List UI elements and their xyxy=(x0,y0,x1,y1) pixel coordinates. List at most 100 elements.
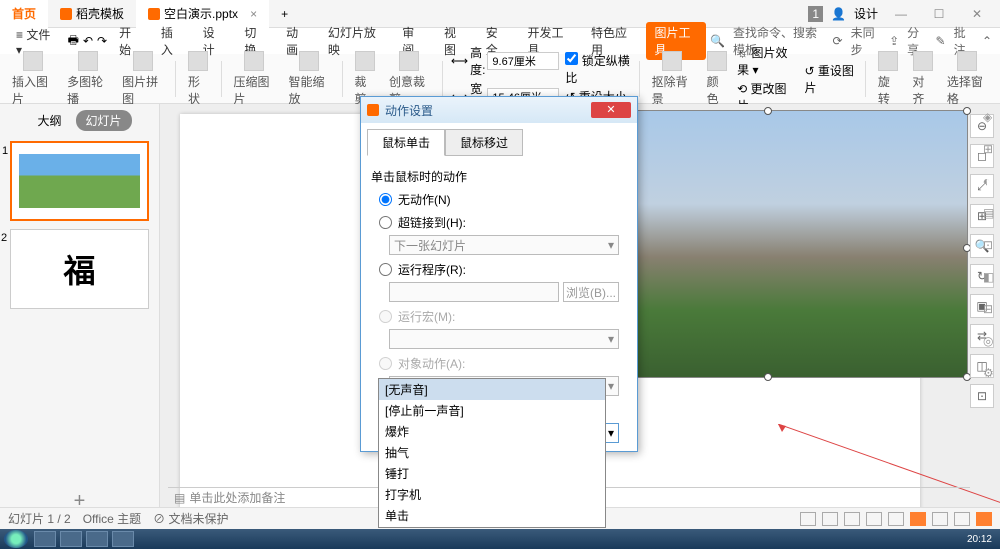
start-button[interactable] xyxy=(4,530,28,548)
taskbar-item[interactable] xyxy=(112,531,134,547)
taskbar-item[interactable] xyxy=(34,531,56,547)
panel-icon[interactable]: ⊞ xyxy=(983,142,997,156)
panel-icon[interactable]: ◐ xyxy=(983,174,997,188)
view-icon[interactable] xyxy=(866,512,882,526)
thumb-number: 1 xyxy=(2,145,8,157)
dialog-icon xyxy=(367,104,379,116)
section-label: 单击鼠标时的动作 xyxy=(371,168,627,185)
view-icon[interactable] xyxy=(800,512,816,526)
dropdown-item[interactable]: [停止前一声音] xyxy=(379,400,605,421)
minimize-button[interactable]: — xyxy=(886,4,916,24)
dropdown-item[interactable]: 锤打 xyxy=(379,463,605,484)
protect-icon[interactable]: ⊘ 文档未保护 xyxy=(153,510,228,527)
qat-icon[interactable]: ↶ xyxy=(83,34,93,48)
clock[interactable]: 20:12 xyxy=(959,534,1000,545)
selection-pane-button[interactable]: 选择窗格 xyxy=(943,49,992,109)
resize-handle[interactable] xyxy=(764,107,772,115)
chevron-down-icon: ▾ xyxy=(608,426,614,440)
taskbar-item[interactable] xyxy=(86,531,108,547)
notes-placeholder[interactable]: 单击此处添加备注 xyxy=(189,489,285,506)
slides-tab[interactable]: 幻灯片 xyxy=(76,110,132,131)
notes-icon: ▤ xyxy=(174,491,185,505)
radio-macro: 运行宏(M): xyxy=(379,308,627,325)
radio-none[interactable]: 无动作(N) xyxy=(379,191,627,208)
rotate-button[interactable]: 旋转 xyxy=(874,49,903,109)
play-icon[interactable] xyxy=(910,512,926,526)
radio-object: 对象动作(A): xyxy=(379,355,627,372)
slide-thumb-2[interactable]: 2福 xyxy=(10,229,149,309)
panel-icon[interactable]: ▤ xyxy=(983,206,997,220)
dropdown-item[interactable]: 单击 xyxy=(379,505,605,526)
chevron-down-icon: ▾ xyxy=(608,332,614,346)
outline-tab[interactable]: 大纲 xyxy=(27,110,71,131)
macro-combo: ▾ xyxy=(389,329,619,349)
design-label[interactable]: 设计 xyxy=(854,5,878,22)
tab-hover[interactable]: 鼠标移过 xyxy=(445,129,523,156)
sync-icon[interactable]: ⟳ xyxy=(833,34,843,48)
lock-ratio-checkbox[interactable]: 锁定纵横比 xyxy=(565,52,630,86)
close-icon[interactable]: × xyxy=(250,7,257,21)
slide-counter: 幻灯片 1 / 2 xyxy=(8,510,71,527)
color-button[interactable]: 颜色 xyxy=(703,49,732,109)
radio-hyperlink[interactable]: 超链接到(H): xyxy=(379,214,627,231)
dropdown-item[interactable]: 电压 xyxy=(379,526,605,528)
align-button[interactable]: 对齐 xyxy=(908,49,937,109)
dropdown-item[interactable]: 抽气 xyxy=(379,442,605,463)
tab-click[interactable]: 鼠标单击 xyxy=(367,129,445,156)
chevron-down-icon: ▾ xyxy=(608,238,614,252)
resize-handle[interactable] xyxy=(764,373,772,381)
qat-icon[interactable]: ↷ xyxy=(97,34,107,48)
height-input[interactable] xyxy=(487,52,559,70)
view-icon[interactable] xyxy=(932,512,948,526)
insert-pic-button[interactable]: 插入图片 xyxy=(8,49,57,109)
puzzle-button[interactable]: 图片拼图 xyxy=(118,49,167,109)
hyperlink-combo: 下一张幻灯片▾ xyxy=(389,235,619,255)
close-button[interactable]: ✕ xyxy=(962,4,992,24)
thumb-number: 2 xyxy=(1,232,7,244)
panel-icon[interactable]: ⚙ xyxy=(983,366,997,380)
view-icon[interactable] xyxy=(888,512,904,526)
doc-icon xyxy=(148,8,160,20)
thumb-preview xyxy=(19,154,141,207)
collapse-icon[interactable]: ⌃ xyxy=(982,34,992,48)
panel-icon[interactable]: ⊟ xyxy=(983,302,997,316)
remove-bg-button[interactable]: 抠除背景 xyxy=(648,49,697,109)
view-icon[interactable] xyxy=(822,512,838,526)
dialog-close-button[interactable]: ✕ xyxy=(591,102,631,118)
panel-icon[interactable]: ◎ xyxy=(983,334,997,348)
sound-dropdown[interactable]: [无声音] [停止前一声音] 爆炸 抽气 锤打 打字机 单击 电压 风铃 风声 xyxy=(378,378,606,528)
comment-icon[interactable]: ✎ xyxy=(936,34,946,48)
theme-label: Office 主题 xyxy=(83,510,141,527)
doc-icon xyxy=(60,8,72,20)
compress-button[interactable]: 压缩图片 xyxy=(229,49,278,109)
play-icon[interactable] xyxy=(976,512,992,526)
run-input xyxy=(389,282,559,302)
browse-button: 浏览(B)... xyxy=(563,282,619,302)
thumb-text: 福 xyxy=(63,246,95,292)
panel-icon[interactable]: ⊡ xyxy=(983,238,997,252)
maximize-button[interactable]: ☐ xyxy=(924,4,954,24)
dialog-title: 动作设置 xyxy=(385,102,433,119)
multi-pic-button[interactable]: 多图轮播 xyxy=(63,49,112,109)
view-icon[interactable] xyxy=(954,512,970,526)
taskbar-item[interactable] xyxy=(60,531,82,547)
shape-button[interactable]: 形状 xyxy=(184,49,213,109)
radio-run[interactable]: 运行程序(R): xyxy=(379,261,627,278)
height-text: 高度: xyxy=(470,44,485,78)
dropdown-item[interactable]: [无声音] xyxy=(379,379,605,400)
chevron-down-icon: ▾ xyxy=(608,379,614,393)
search-icon[interactable]: 🔍 xyxy=(710,34,725,48)
panel-icon[interactable]: ◧ xyxy=(983,270,997,284)
dropdown-item[interactable]: 打字机 xyxy=(379,484,605,505)
view-icon[interactable] xyxy=(844,512,860,526)
slide-thumb-1[interactable]: 1 xyxy=(10,141,149,221)
share-icon[interactable]: ⇪ xyxy=(889,34,899,48)
pic-effect-button[interactable]: ☼ 图片效果 ▾ xyxy=(737,44,798,78)
dropdown-item[interactable]: 爆炸 xyxy=(379,421,605,442)
reset-pic-button[interactable]: ↺ 重设图片 xyxy=(804,62,857,96)
smart-resize-button[interactable]: 智能缩放 xyxy=(285,49,334,109)
badge: 1 xyxy=(808,6,823,22)
height-label: ⟷ xyxy=(451,54,468,68)
panel-icon[interactable]: ◈ xyxy=(983,110,997,124)
user-icon[interactable]: 👤 xyxy=(831,7,846,21)
